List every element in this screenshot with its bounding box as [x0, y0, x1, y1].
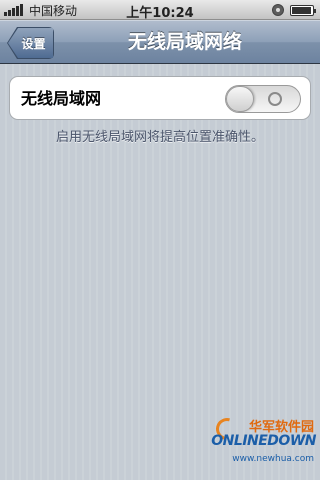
toggle-off-icon [268, 92, 282, 106]
watermark-logo: 华军软件园 ONLINEDOWN www.newhua.com [211, 413, 316, 476]
orientation-lock-icon [272, 4, 284, 16]
watermark-url: www.newhua.com [232, 454, 314, 464]
watermark-brand: ONLINEDOWN [211, 433, 316, 449]
wifi-footnote: 启用无线局域网将提高位置准确性。 [55, 130, 264, 145]
battery-icon [290, 4, 316, 16]
wifi-settings-group: 无线局域网 [9, 76, 311, 120]
status-right [272, 3, 316, 17]
navigation-bar: 设置 无线局域网络 [0, 20, 320, 64]
page-title: 无线局域网络 [127, 31, 242, 53]
wifi-toggle[interactable] [225, 85, 301, 113]
toggle-knob [226, 86, 254, 112]
wifi-label: 无线局域网 [21, 89, 102, 108]
status-bar: 中国移动 上午10:24 [0, 0, 320, 21]
